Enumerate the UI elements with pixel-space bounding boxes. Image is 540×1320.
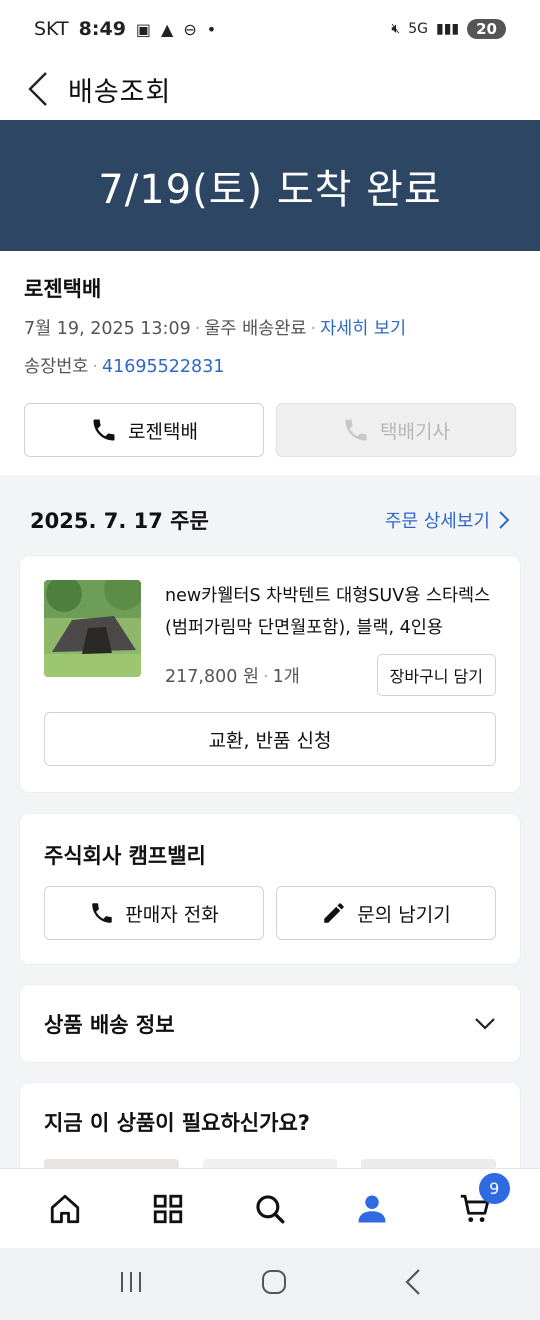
app-header: 배송조회 (0, 58, 540, 120)
chevron-down-icon (475, 1017, 495, 1030)
nav-home[interactable] (30, 1174, 100, 1244)
delivery-info: 로젠택배 7월 19, 2025 13:09 · 울주 배송완료 · 자세히 보기 송장… (0, 251, 540, 475)
home-circle-icon (261, 1270, 286, 1294)
seller-call-label: 판매자 전화 (125, 903, 219, 926)
bottom-navigation: 9 (0, 1168, 540, 1248)
screenshot-icon: ▣ (135, 19, 152, 39)
seller-name: 주식회사 캠프밸리 (44, 844, 206, 868)
order-date: 2025. 7. 17 주문 (30, 509, 209, 533)
hyundai-icon: ⊖ (183, 19, 197, 39)
courier-call-button[interactable]: 로젠택배 (24, 403, 264, 457)
pencil-icon (324, 903, 345, 923)
driver-call-label: 택배기사 (380, 420, 450, 443)
recommendation-title: 지금 이 상품이 필요하신가요? (44, 1111, 310, 1135)
back-button[interactable] (8, 58, 68, 120)
delivery-meta: 7월 19, 2025 13:09 · 울주 배송완료 · 자세히 보기 (24, 319, 407, 339)
delivery-datetime: 7월 19, 2025 13:09 (24, 319, 191, 339)
chevron-left-icon (28, 72, 47, 106)
signal-icon: ▮▮▮ (436, 21, 460, 37)
courier-call-label: 로젠택배 (128, 420, 198, 443)
nav-categories[interactable] (133, 1174, 203, 1244)
product-card: new카웰터S 차박텐트 대형SUV용 스타렉스 (범퍼가림막 단면월포함), … (19, 555, 521, 793)
seller-call-button[interactable]: 판매자 전화 (44, 886, 264, 940)
back-system-button[interactable] (404, 1268, 422, 1300)
driver-call-button[interactable]: 택배기사 (276, 403, 516, 457)
product-thumbnail[interactable] (44, 580, 141, 677)
recent-apps-icon (121, 1272, 142, 1292)
status-time: 8:49 (78, 18, 126, 40)
product-quantity: 1개 (272, 666, 300, 687)
product-price: 217,800 원 (165, 666, 260, 687)
shipping-info-accordion[interactable]: 상품 배송 정보 (19, 984, 521, 1063)
home-system-button[interactable] (261, 1269, 287, 1299)
delivery-location-status: 울주 배송완료 (204, 319, 307, 339)
recent-apps-button[interactable] (118, 1270, 144, 1298)
add-to-cart-button[interactable]: 장바구니 담기 (376, 654, 496, 696)
dot-icon: • (206, 19, 217, 39)
nav-cart[interactable]: 9 (440, 1172, 510, 1244)
nav-my-page[interactable] (337, 1174, 407, 1244)
system-navigation (0, 1248, 540, 1320)
home-icon (51, 1194, 80, 1223)
exchange-return-button[interactable]: 교환, 반품 신청 (44, 712, 496, 766)
status-bar: SKT 8:49 ▣ ▲ ⊖ • 🔇︎ 5G ▮▮▮ 20 (0, 0, 540, 58)
mute-icon: 🔇︎ (391, 21, 401, 37)
courier-name: 로젠택배 (24, 277, 102, 301)
back-arrow-icon (405, 1269, 420, 1295)
tracking-label: 송장번호 (24, 357, 89, 377)
tracking-number[interactable]: 41695522831 (102, 357, 224, 377)
product-name[interactable]: new카웰터S 차박텐트 대형SUV용 스타렉스 (범퍼가림막 단면월포함), … (165, 580, 496, 644)
product-price-qty: 217,800 원 · 1개 (165, 666, 300, 687)
my-page-icon (358, 1195, 386, 1222)
inquiry-button[interactable]: 문의 남기기 (276, 886, 496, 940)
seller-card: 주식회사 캠프밸리 판매자 전화 문의 남기기 (19, 813, 521, 965)
phone-icon (92, 903, 113, 923)
order-detail-label: 주문 상세보기 (384, 511, 490, 532)
order-detail-link[interactable]: 주문 상세보기 (385, 507, 510, 533)
nav-search[interactable] (235, 1174, 305, 1244)
tracking-line: 송장번호 · 41695522831 (24, 357, 225, 377)
categories-icon (153, 1194, 182, 1223)
detail-view-link[interactable]: 자세히 보기 (320, 319, 406, 339)
delivery-status-banner: 7/19(토) 도착 완료 (0, 120, 540, 251)
phone-icon (345, 419, 367, 441)
chevron-right-icon (499, 511, 510, 529)
delivery-status-text: 7/19(토) 도착 완료 (98, 166, 442, 213)
search-icon (256, 1194, 285, 1223)
warning-icon: ▲ (161, 19, 174, 39)
shipping-info-title: 상품 배송 정보 (44, 1012, 175, 1037)
order-header: 2025. 7. 17 주문 주문 상세보기 (0, 495, 540, 545)
inquiry-label: 문의 남기기 (357, 903, 451, 926)
carrier-label: SKT (34, 18, 69, 40)
page-title: 배송조회 (68, 76, 172, 108)
cart-count-badge: 9 (478, 1172, 510, 1204)
phone-icon (93, 419, 115, 441)
network-label: 5G (408, 21, 428, 37)
battery-badge: 20 (467, 19, 506, 39)
